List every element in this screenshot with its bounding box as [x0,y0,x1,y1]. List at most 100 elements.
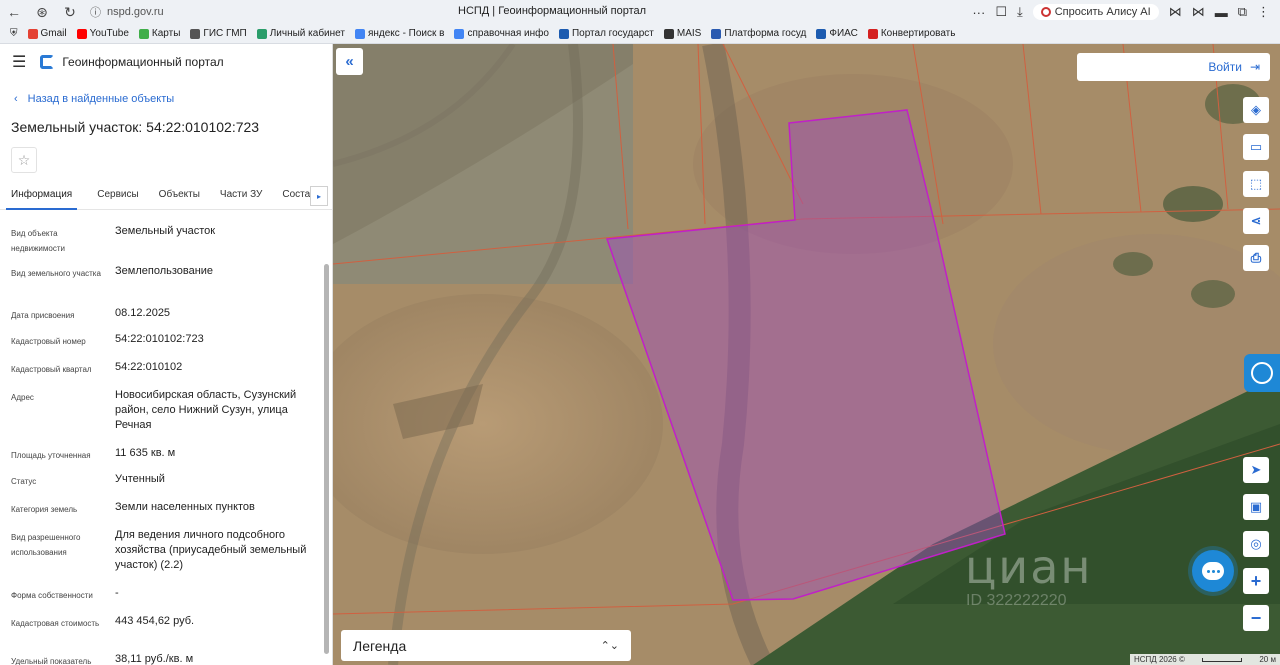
bookmark-favicon-icon [711,28,722,39]
map-view[interactable] [333,44,1280,665]
attribute-label: Кадастровый квартал [11,365,92,374]
address-bar[interactable]: ⓘ nspd.gov.ru [90,2,430,22]
side-panel-tab[interactable] [1244,354,1280,392]
bookmark-item[interactable]: яндекс - Поиск в [354,28,445,39]
attribute-value: Учтенный [115,473,165,485]
bookmark-item[interactable]: ФИАС [816,28,858,39]
area-select-icon[interactable]: ⬚ [1243,171,1269,197]
bookmark-item[interactable]: Платформа госуд [711,28,806,39]
bookmark-item[interactable]: Портал государст [558,28,654,39]
layers-icon[interactable]: ◈ [1243,97,1269,123]
scale-line [1202,657,1243,662]
chat-icon [1202,562,1224,580]
attribute-label: Кадастровая стоимость [11,619,100,628]
bookmark-favicon-icon [816,28,827,39]
attribute-label: Форма собственности [11,591,93,600]
bookmark-label: Личный кабинет [269,28,345,39]
extension-tab-icon[interactable]: ⧉ [1238,4,1247,20]
bookmark-label: Gmail [40,28,67,39]
tabs-scroll-right-button[interactable]: ▸ [310,186,328,206]
attribute-label: Дата присвоения [11,311,75,320]
attribute-value: 08.12.2025 [115,307,171,319]
attribute-value: Земли населенных пунктов [115,501,255,513]
bookmark-item[interactable]: ГИС ГМП [190,28,247,39]
address-text[interactable]: nspd.gov.ru [107,6,164,18]
scale-distance: 20 м [1259,655,1276,664]
bookmark-item[interactable]: справочная инфо [454,28,549,39]
download-icon[interactable]: ⤓ [1017,4,1023,20]
geolocation-icon[interactable]: ◎ [1243,531,1269,557]
scroll-thumb[interactable] [324,264,329,654]
extension-k2-icon[interactable]: ⋈ [1192,4,1205,20]
site-info-icon[interactable]: ⓘ [90,4,101,20]
bookmark-favicon-icon [558,28,569,39]
panel-scrollbar[interactable] [324,264,330,659]
bookmark-item[interactable]: Личный кабинет [256,28,345,39]
tab-item[interactable]: Сервисы [97,182,138,210]
bookmark-favicon-icon [354,28,365,39]
ruler-icon[interactable]: ▭ [1243,134,1269,160]
chat-button[interactable] [1192,550,1234,592]
favorite-star-icon[interactable]: ☆ [11,147,37,173]
bookmark-label: Конвертировать [880,28,956,39]
browser-actions: ··· ☐ ⤓ Спросить Алису AI ⋈ ⋈ ▬ ⧉ ⋮ [972,0,1280,24]
bookmark-favicon-icon [867,28,878,39]
attribute-value: Для ведения личного подсобного хозяйства… [115,529,307,571]
bookmark-item[interactable]: YouTube [76,28,129,39]
portal-logo-group[interactable]: Геоинформационный портал [40,55,224,69]
attribute-label: Статус [11,477,37,486]
attribute-value: 38,11 руб./кв. м [115,653,194,665]
minimap-icon[interactable]: ▣ [1243,494,1269,520]
legend-select[interactable]: Легенда ⌃⌄ [341,630,631,661]
extension-shield-icon[interactable]: ▬ [1215,5,1228,20]
bookmarks-bar: ⛨ Gmail YouTube Карты ГИС ГМП Личный кабинет… [0,24,1280,44]
back-arrow-icon[interactable]: ← [0,0,28,24]
bookmark-label: Портал государст [571,28,654,39]
tab-item[interactable]: Информация [6,182,78,210]
bookmark-item[interactable]: Gmail [27,28,67,39]
print-icon[interactable]: ⎙ [1243,245,1269,271]
zoom-in-icon[interactable]: + [1243,568,1269,594]
tab-item[interactable]: Объекты [159,182,200,210]
login-label: Войти [1208,60,1242,74]
page-title: НСПД | Геоинформационный портал [458,5,647,17]
attribute-label: Вид разрешенного использования [11,533,81,557]
tab-item[interactable]: Части ЗУ [220,182,262,210]
bookmark-label: яндекс - Поиск в [367,28,445,39]
bookmark-label: MAIS [676,28,702,39]
attribute-label: Вид земельного участка [11,269,101,278]
collapse-panel-button[interactable]: « [336,48,363,75]
portal-name: Геоинформационный портал [62,55,224,69]
share-icon[interactable]: ⋖ [1243,208,1269,234]
alisa-label: Спросить Алису AI [1054,6,1151,18]
locate-icon[interactable]: ➤ [1243,457,1269,483]
zoom-out-icon[interactable]: − [1243,605,1269,631]
bookmark-favicon-icon [27,28,38,39]
attribute-value: 11 635 кв. м [115,447,176,459]
attribute-label: Кадастровый номер [11,337,86,346]
satellite-map[interactable] [333,44,1280,665]
attribute-label: Площадь уточненная [11,451,91,460]
object-panel: ☰ Геоинформационный портал ‹ Назад в най… [0,44,333,665]
bookmark-icon[interactable]: ☐ [995,4,1007,20]
more-icon[interactable]: ··· [972,5,985,20]
extension-k-icon[interactable]: ⋈ [1169,4,1182,20]
portal-logo-icon [40,55,55,69]
alisa-button[interactable]: Спросить Алису AI [1032,4,1159,20]
bookmark-favicon-icon [76,28,87,39]
bookmark-favicon-icon [138,28,149,39]
extension-icon[interactable]: ⊛ [28,0,56,24]
legend-label: Легенда [353,637,407,654]
bookmark-item[interactable]: MAIS [663,28,702,39]
bookmark-item[interactable]: Карты [138,28,180,39]
login-button[interactable]: Войти ⇥ [1077,53,1270,81]
bookmark-favicon-icon [663,28,674,39]
reload-icon[interactable]: ↻ [56,0,84,24]
menu-icon[interactable]: ⋮ [1257,4,1270,20]
menu-burger-icon[interactable]: ☰ [12,52,26,72]
bookmark-label: справочная инфо [467,28,549,39]
back-to-results-link[interactable]: ‹ Назад в найденные объекты [14,93,174,105]
bookmark-apps-icon[interactable]: ⛨ [10,28,18,39]
attribute-value: Новосибирская область, Сузунский район, … [115,389,297,431]
bookmark-item[interactable]: Конвертировать [867,28,956,39]
